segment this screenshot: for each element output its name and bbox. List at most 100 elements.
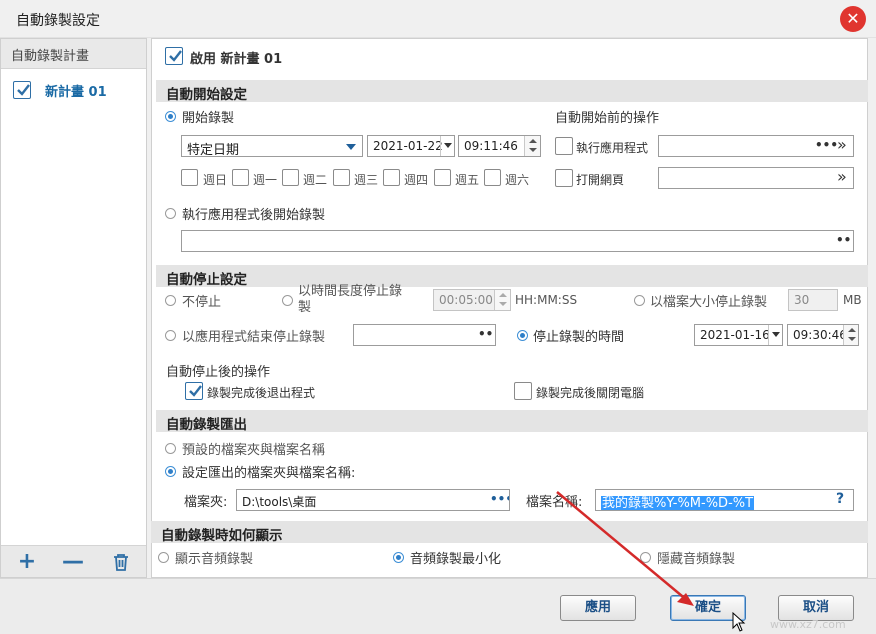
close-button[interactable]: ✕ (840, 6, 866, 32)
mouse-cursor-icon (732, 612, 746, 632)
stop-time-radio[interactable] (517, 330, 528, 341)
spin-up-icon (848, 328, 856, 332)
open-web-label: 打開網頁 (576, 173, 625, 187)
run-app-label: 執行應用程式 (576, 141, 649, 155)
sidebar-header: 自動錄製計畫 (1, 39, 146, 69)
weekday-label: 週六 (505, 173, 530, 187)
help-icon[interactable]: ? (836, 491, 844, 507)
export-section-title: 自動錄製匯出 (156, 410, 868, 433)
date-dropdown-button[interactable] (440, 136, 454, 156)
run-app-path-field[interactable]: ••• » (658, 135, 854, 157)
weekday-checkbox-sun[interactable] (181, 169, 198, 186)
size-stop-radio[interactable] (634, 295, 645, 306)
weekday-checkbox-wed[interactable] (333, 169, 350, 186)
weekday-row: 週日 週一 週二 週三 週四 週五 週六 (181, 169, 551, 189)
weekday-checkbox-fri[interactable] (434, 169, 451, 186)
checkmark-icon (17, 84, 30, 96)
title-bar: 自動錄製設定 ✕ (0, 0, 876, 38)
shutdown-after-recording-label: 錄製完成後關閉電腦 (536, 386, 645, 400)
sidebar-item-plan-01[interactable]: 新計畫 01 (1, 75, 146, 105)
close-icon: ✕ (846, 9, 860, 28)
filename-field[interactable]: 我的錄製%Y-%M-%D-%T ? (595, 489, 854, 511)
duration-spinner[interactable] (494, 290, 510, 310)
folder-path-field[interactable]: D:\tools\桌面 ••• (236, 489, 510, 511)
run-after-app-path-field[interactable]: ••• (181, 230, 854, 252)
run-after-app-label: 執行應用程式後開始錄製 (182, 208, 326, 223)
run-app-checkbox[interactable] (555, 137, 573, 155)
display-option-label: 音頻錄製最小化 (410, 552, 502, 567)
weekday-checkbox-mon[interactable] (232, 169, 249, 186)
browse-app-button[interactable]: ••• (836, 233, 853, 247)
checkmark-icon (189, 385, 202, 397)
app-end-stop-label: 以應用程式結束停止錄製 (182, 330, 326, 345)
shutdown-after-recording-checkbox[interactable] (514, 382, 532, 400)
plus-icon: + (17, 549, 37, 574)
size-value: 30 (794, 293, 810, 307)
display-option-radio-1[interactable] (393, 552, 404, 563)
weekday-label: 週三 (354, 173, 379, 187)
start-time-field[interactable]: 09:11:46 (458, 135, 541, 157)
app-end-stop-radio[interactable] (165, 330, 176, 341)
no-stop-radio[interactable] (165, 295, 176, 306)
stop-time-field[interactable]: 09:30:46 (787, 324, 859, 346)
app-end-path-field[interactable]: ••• (353, 324, 496, 346)
weekday-checkbox-tue[interactable] (282, 169, 299, 186)
start-date-value: 2021-01-22 (373, 139, 443, 153)
size-stop-label: 以檔案大小停止錄製 (650, 295, 768, 310)
start-recording-radio[interactable] (165, 111, 176, 122)
duration-field[interactable]: 00:05:00 (433, 289, 511, 311)
size-field[interactable]: 30 (788, 289, 838, 311)
display-option-radio-0[interactable] (158, 552, 169, 563)
trash-icon (114, 554, 128, 571)
browse-app-button[interactable]: ••• (815, 138, 838, 152)
minus-icon: — (62, 549, 84, 574)
start-time-value: 09:11:46 (464, 139, 518, 153)
window-title: 自動錄製設定 (16, 13, 100, 29)
default-export-radio[interactable] (165, 443, 176, 454)
run-after-app-radio[interactable] (165, 208, 176, 219)
start-time-spinner[interactable] (524, 136, 540, 156)
display-option-radio-2[interactable] (640, 552, 651, 563)
sidebar-footer: + — (1, 545, 146, 577)
folder-label: 檔案夾: (184, 495, 228, 510)
auto-start-section-title: 自動開始設定 (156, 80, 868, 103)
date-dropdown-button[interactable] (768, 325, 782, 345)
open-web-checkbox[interactable] (555, 169, 573, 187)
browse-folder-button[interactable]: ••• (490, 492, 509, 506)
exit-after-recording-checkbox[interactable] (185, 382, 203, 400)
duration-value: 00:05:00 (439, 293, 493, 307)
stop-date-picker[interactable]: 2021-01-16 (694, 324, 783, 346)
add-plan-button[interactable]: + (15, 550, 39, 574)
duration-stop-label: 以時間長度停止錄 製 (298, 284, 402, 316)
duration-stop-radio[interactable] (282, 295, 293, 306)
stop-date-value: 2021-01-16 (700, 328, 770, 342)
apply-button[interactable]: 應用 (560, 595, 636, 621)
weekday-label: 週五 (455, 173, 480, 187)
plan-01-checkbox[interactable] (13, 81, 31, 99)
folder-path-value: D:\tools\桌面 (242, 495, 317, 509)
stop-time-value: 09:30:46 (793, 328, 847, 342)
open-web-url-field[interactable]: » (658, 167, 854, 189)
weekday-checkbox-sat[interactable] (484, 169, 501, 186)
after-stop-title: 自動停止後的操作 (166, 365, 271, 380)
double-chevron-right-icon[interactable]: » (837, 168, 847, 186)
remove-plan-button[interactable]: — (61, 550, 85, 574)
filename-label: 檔案名稱: (526, 495, 583, 510)
double-chevron-right-icon[interactable]: » (837, 136, 847, 154)
default-export-label: 預設的檔案夾與檔案名稱 (182, 443, 326, 458)
weekday-checkbox-thu[interactable] (383, 169, 400, 186)
custom-export-radio[interactable] (165, 466, 176, 477)
spin-up-icon (529, 139, 537, 143)
enable-plan-checkbox[interactable] (165, 47, 183, 65)
delete-plan-button[interactable] (111, 552, 131, 576)
size-unit: MB (843, 293, 862, 307)
start-mode-select[interactable]: 特定日期 (181, 135, 363, 157)
weekday-label: 週一 (253, 173, 278, 187)
start-date-picker[interactable]: 2021-01-22 (367, 135, 455, 157)
start-mode-value: 特定日期 (187, 143, 240, 157)
duration-unit: HH:MM:SS (515, 293, 578, 307)
display-section-title: 自動錄製時如何顯示 (151, 521, 868, 544)
browse-app-button[interactable]: ••• (478, 327, 495, 341)
stop-time-spinner[interactable] (843, 325, 858, 345)
filename-value: 我的錄製%Y-%M-%D-%T (601, 496, 755, 511)
